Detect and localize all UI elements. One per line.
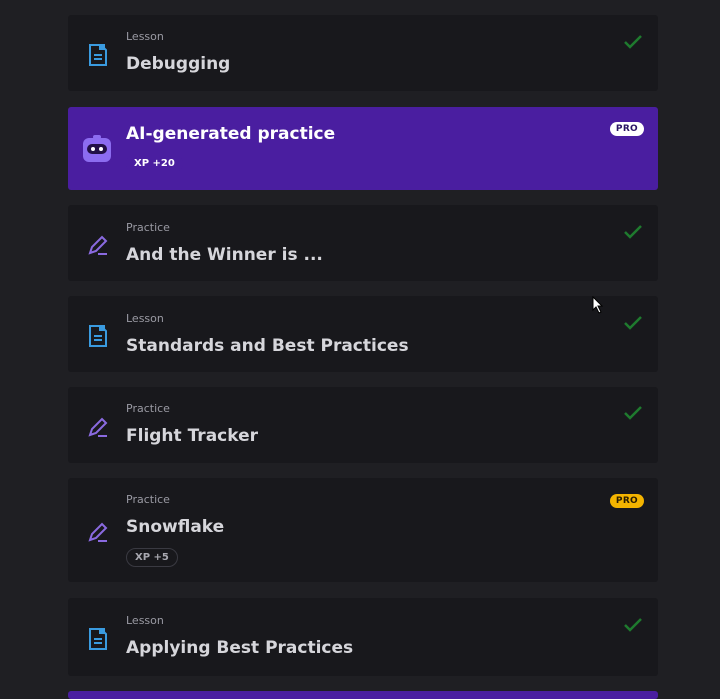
practice-pencil-icon bbox=[88, 417, 108, 437]
list-item-ai-practice[interactable]: AI-generated practice PRO XP +20 bbox=[68, 107, 658, 190]
list-item-practice-winner[interactable]: Practice And the Winner is ... bbox=[68, 205, 658, 281]
list-item-partial[interactable] bbox=[68, 691, 658, 699]
practice-pencil-icon bbox=[88, 522, 108, 542]
item-title: Snowflake bbox=[126, 517, 225, 537]
ai-robot-icon bbox=[83, 135, 111, 162]
practice-pencil-icon bbox=[88, 235, 108, 255]
xp-badge: XP +20 bbox=[126, 155, 183, 172]
lesson-document-icon bbox=[89, 325, 107, 347]
item-title: Debugging bbox=[126, 54, 231, 74]
item-kind-label: Lesson bbox=[126, 30, 164, 43]
item-kind-label: Practice bbox=[126, 493, 170, 506]
lesson-document-icon bbox=[89, 44, 107, 66]
item-title: And the Winner is ... bbox=[126, 245, 323, 265]
list-item-practice-snowflake[interactable]: Practice Snowflake PRO XP +5 bbox=[68, 478, 658, 582]
checkmark-icon bbox=[624, 35, 642, 49]
checkmark-icon bbox=[624, 316, 642, 330]
mouse-cursor-icon bbox=[592, 296, 604, 314]
list-item-practice-flight-tracker[interactable]: Practice Flight Tracker bbox=[68, 387, 658, 463]
xp-badge: XP +5 bbox=[126, 548, 178, 567]
item-kind-label: Practice bbox=[126, 402, 170, 415]
lesson-document-icon bbox=[89, 628, 107, 650]
checkmark-icon bbox=[624, 618, 642, 632]
item-title: Standards and Best Practices bbox=[126, 336, 409, 356]
item-kind-label: Practice bbox=[126, 221, 170, 234]
item-kind-label: Lesson bbox=[126, 312, 164, 325]
list-item-lesson-standards[interactable]: Lesson Standards and Best Practices bbox=[68, 296, 658, 372]
item-kind-label: Lesson bbox=[126, 614, 164, 627]
checkmark-icon bbox=[624, 406, 642, 420]
pro-badge: PRO bbox=[609, 494, 644, 508]
list-item-lesson-applying[interactable]: Lesson Applying Best Practices bbox=[68, 598, 658, 676]
item-title: AI-generated practice bbox=[126, 124, 336, 144]
item-title: Applying Best Practices bbox=[126, 638, 354, 658]
pro-badge: PRO bbox=[609, 122, 644, 136]
checkmark-icon bbox=[624, 225, 642, 239]
list-item-lesson-debugging[interactable]: Lesson Debugging bbox=[68, 15, 658, 91]
item-title: Flight Tracker bbox=[126, 426, 259, 446]
